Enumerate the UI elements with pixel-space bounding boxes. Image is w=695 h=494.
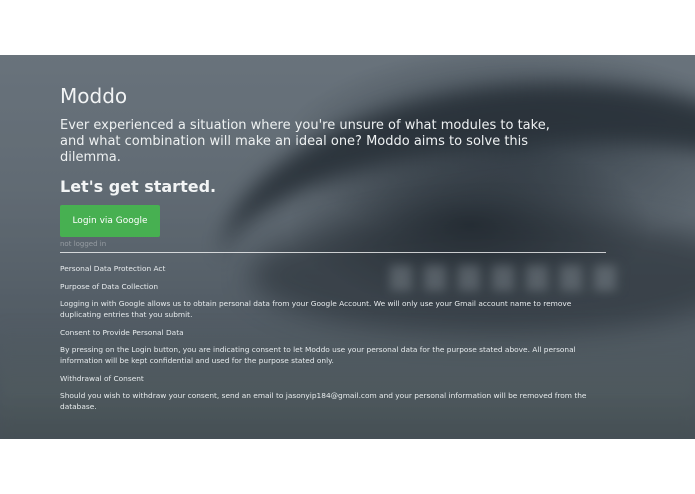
withdrawal-heading: Withdrawal of Consent <box>60 373 144 383</box>
hero-content: Moddo Ever experienced a situation where… <box>60 82 620 419</box>
cta-heading: Let's get started. <box>60 177 217 196</box>
collection-heading: Purpose of Data Collection <box>60 281 159 291</box>
consent-heading: Consent to Provide Personal Data <box>60 327 184 337</box>
policy-heading: Personal Data Protection Act <box>60 264 166 273</box>
withdrawal-text: Should you wish to withdraw your consent… <box>60 391 587 411</box>
collection-text: Logging in with Google allows us to obta… <box>60 299 572 319</box>
hero-section: Moddo Ever experienced a situation where… <box>0 55 695 439</box>
app-description: Ever experienced a situation where you'r… <box>60 118 550 165</box>
section-divider <box>60 252 606 253</box>
app-title: Moddo <box>60 84 128 108</box>
login-status: not logged in <box>60 240 107 248</box>
login-google-button[interactable]: Login via Google <box>60 205 160 237</box>
consent-text: By pressing on the Login button, you are… <box>60 345 576 365</box>
bottom-whitespace <box>0 439 695 494</box>
top-whitespace <box>0 0 695 55</box>
privacy-policy: Personal Data Protection Act Purpose of … <box>60 263 606 412</box>
